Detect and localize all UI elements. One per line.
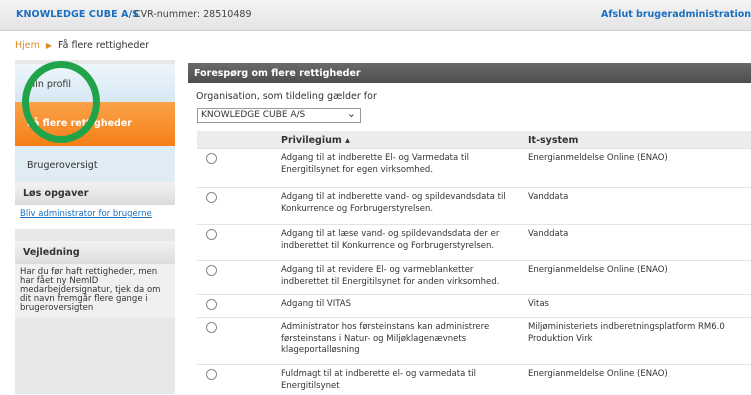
main-panel: Forespørg om flere rettigheder Organisat… [188,63,751,394]
row-radio[interactable] [206,369,217,380]
system-cell: Vanddata [528,192,569,202]
system-cell: Energianmeldelse Online (ENAO) [528,153,668,163]
system-cell: Vanddata [528,229,569,239]
table-row: Administrator hos førsteinstans kan admi… [197,317,751,363]
column-privilege-header[interactable]: Privilegium ▴ [281,135,350,146]
guide-title: Vejledning [15,241,175,264]
row-radio[interactable] [206,153,217,164]
guide-text: Har du før haft rettigheder, men har fåe… [15,264,175,317]
guide-box: Vejledning Har du før haft rettigheder, … [15,241,175,317]
privilege-cell: Adgang til at indberette vand- og spilde… [281,192,506,214]
privilege-cell: Fuldmagt til at indberette el- og varmed… [281,369,477,391]
org-select[interactable]: KNOWLEDGE CUBE A/S ⌄ [197,107,361,123]
sidebar-item-user-overview[interactable]: Brugeroversigt [15,146,175,184]
end-admin-link[interactable]: Afslut brugeradministration [601,9,751,20]
breadcrumb-current: Få flere rettigheder [58,40,150,51]
privilege-cell: Adgang til at revidere El- og varmeblank… [281,265,500,287]
system-cell: Energianmeldelse Online (ENAO) [528,369,668,379]
tasks-title: Løs opgaver [15,182,175,205]
tasks-box: Løs opgaver Bliv administrator for bruge… [15,182,175,229]
system-cell: Vitas [528,299,549,309]
table-header: Privilegium ▴ It-system [197,131,751,148]
system-cell: Miljøministeriets indberetningsplatform … [528,322,725,344]
org-label: Organisation, som tildeling gælder for [196,91,377,102]
panel-header: Forespørg om flere rettigheder [188,63,751,83]
row-radio[interactable] [206,322,217,333]
table-row: Adgang til at læse vand- og spildevandsd… [197,224,751,258]
breadcrumb-arrow-icon: ▶ [45,41,53,50]
sidebar-item-label: Brugeroversigt [27,160,98,171]
breadcrumb: Hjem ▶ Få flere rettigheder [15,40,149,51]
system-cell: Energianmeldelse Online (ENAO) [528,265,668,275]
table-row: Adgang til at indberette El- og Varmedat… [197,148,751,182]
row-radio[interactable] [206,192,217,203]
row-radio[interactable] [206,265,217,276]
org-select-value: KNOWLEDGE CUBE A/S [201,110,306,120]
panel-title: Forespørg om flere rettigheder [194,68,361,79]
privilege-cell: Adgang til VITAS [281,299,351,309]
cvr-number: CVR-nummer: 28510489 [134,9,252,20]
column-system-header: It-system [528,135,579,146]
row-radio[interactable] [206,299,217,310]
table-row: Adgang til at indberette vand- og spilde… [197,187,751,221]
table-row: Adgang til at revidere El- og varmeblank… [197,260,751,294]
breadcrumb-home-link[interactable]: Hjem [15,40,40,51]
privilege-cell: Administrator hos førsteinstans kan admi… [281,322,490,355]
table-row: Adgang til VITAS Vitas [197,294,751,315]
table-row: Fuldmagt til at indberette el- og varmed… [197,364,751,395]
top-bar: KNOWLEDGE CUBE A/S CVR-nummer: 28510489 … [0,0,751,31]
row-radio[interactable] [206,229,217,240]
chevron-down-icon: ⌄ [346,107,356,120]
privilege-cell: Adgang til at læse vand- og spildevandsd… [281,229,500,251]
company-name: KNOWLEDGE CUBE A/S [16,9,140,20]
become-admin-link[interactable]: Bliv administrator for brugerne [20,209,152,219]
highlight-circle [22,61,100,143]
privilege-cell: Adgang til at indberette El- og Varmedat… [281,153,469,175]
